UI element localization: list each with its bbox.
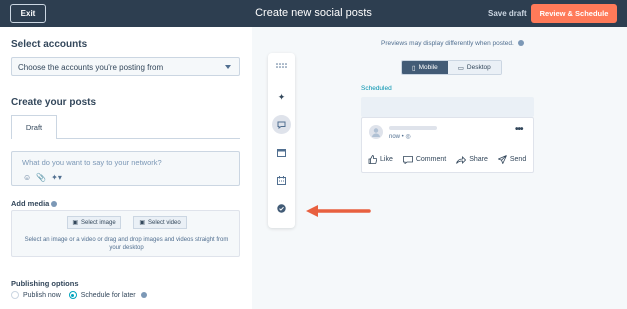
comment-bubble-icon [402,155,413,164]
send-icon [497,155,507,164]
ai-sparkle-icon[interactable]: ✦▾ [51,173,62,182]
schedule-later-label: Schedule for later [80,291,136,299]
info-icon[interactable] [51,201,58,208]
compose-panel: Select accounts Choose the accounts you'… [0,27,252,309]
thumbs-up-icon [368,155,377,164]
accounts-select[interactable]: Choose the accounts you're posting from [11,57,240,76]
send-action[interactable]: Send [497,155,527,164]
media-help-text: Select an image or a video or drag and d… [24,237,229,251]
preview-note: Previews may display differently when po… [381,40,524,47]
composer-placeholder: What do you want to say to your network? [22,158,162,167]
monitor-icon: ▭ [457,64,464,72]
desktop-toggle-button[interactable]: ▭ Desktop [447,61,501,74]
phone-icon: ▯ [412,64,416,72]
arrow-annotation-icon [306,205,371,217]
calendar-window-icon[interactable] [275,146,288,159]
share-action[interactable]: Share [456,155,488,164]
comment-icon[interactable] [272,115,291,134]
attachment-icon[interactable]: 📎 [36,173,46,182]
like-label: Like [380,156,393,163]
desktop-label: Desktop [466,64,491,71]
post-preview-card: now • ◎ ••• Like Comment Share Send [361,117,534,173]
comment-action[interactable]: Comment [402,155,447,164]
device-toggle: ▯ Mobile ▭ Desktop [401,60,502,75]
add-media-text: Add media [11,199,50,208]
top-bar: Exit Create new social posts Save draft … [0,0,627,27]
post-time-text: now • [389,134,404,140]
account-name-placeholder [389,126,437,130]
select-image-label: Select image [80,219,116,226]
tab-draft[interactable]: Draft [11,115,57,139]
send-label: Send [509,156,527,163]
image-icon: ▣ [72,220,78,226]
composer-tools: ☺ 📎 ✦▾ [23,173,62,182]
calendar-icon[interactable] [275,174,288,187]
select-video-label: Select video [147,219,181,226]
select-accounts-heading: Select accounts [11,39,88,50]
create-posts-heading: Create your posts [11,97,97,108]
media-dropzone[interactable]: ▣ Select image ▣ Select video Select an … [11,210,240,257]
preview-header-bar [361,97,534,117]
globe-icon: ◎ [405,134,411,140]
publishing-options: Publish now Schedule for later [11,291,147,299]
publish-now-radio[interactable] [11,291,19,299]
accounts-select-value: Choose the accounts you're posting from [18,63,164,72]
emoji-icon[interactable]: ☺ [23,173,31,182]
select-video-button[interactable]: ▣ Select video [133,216,187,229]
scheduled-label: Scheduled [361,85,392,92]
review-schedule-button[interactable]: Review & Schedule [531,4,617,23]
preview-note-text: Previews may display differently when po… [381,40,514,47]
mobile-label: Mobile [418,64,438,71]
check-circle-icon[interactable] [275,202,288,215]
info-icon[interactable] [517,40,524,47]
post-time: now • ◎ [389,133,411,140]
publishing-options-label: Publishing options [11,279,79,288]
avatar [369,125,383,139]
publish-now-label: Publish now [23,291,61,299]
tool-sidebar: ✦ [268,53,295,228]
schedule-later-radio[interactable] [68,291,77,299]
dots-grid-icon[interactable] [275,59,288,72]
video-icon: ▣ [139,220,145,226]
mobile-toggle-button[interactable]: ▯ Mobile [402,61,448,74]
share-label: Share [469,156,488,163]
post-actions: Like Comment Share Send [368,155,526,164]
sparkle-icon[interactable]: ✦ [275,91,288,104]
comment-label: Comment [415,156,447,163]
select-image-button[interactable]: ▣ Select image [67,216,121,229]
tab-divider [57,138,240,139]
add-media-label: Add media [11,199,58,208]
like-action[interactable]: Like [368,155,393,164]
caret-down-icon [225,65,231,69]
more-options-icon[interactable]: ••• [515,124,523,135]
info-icon[interactable] [140,292,147,298]
save-draft-button[interactable]: Save draft [488,9,527,18]
post-composer[interactable]: What do you want to say to your network?… [11,151,240,186]
share-icon [456,155,467,164]
